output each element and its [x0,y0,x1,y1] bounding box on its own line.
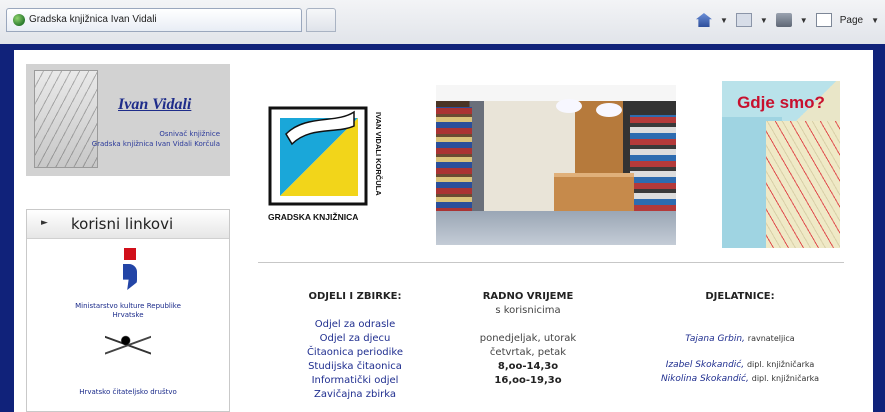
department-link[interactable]: Odjel za odrasle [284,318,426,332]
useful-links-panel: ► korisni linkovi Ministarstvo kulture R… [26,209,230,412]
department-link[interactable]: Studijska čitaonica [284,360,426,374]
staff-column: DJELATNICE: Tajana Grbin, ravnateljica I… [640,290,840,386]
staff-member: Nikolina Skokandić, dipl. knjižničarka [640,372,840,386]
reading-society-link[interactable]: Hrvatsko čitateljsko društvo [27,388,229,396]
opening-hours-column: RADNO VRIJEME s korisnicima ponedjeljak,… [468,290,588,388]
page-dropdown-icon[interactable]: ▼ [871,16,879,25]
map-land [766,121,840,248]
departments-heading: ODJELI I ZBIRKE: [308,291,402,302]
ceiling-lights [556,99,582,113]
bookshelf-left [436,107,472,217]
staff-name: Izabel Skokandić, [665,360,745,370]
favicon-icon [13,14,25,26]
hours-time-1: 8,oo-14,3o [497,361,559,372]
brand-title: Ivan Vidali [118,96,192,113]
reception-desk [554,173,634,213]
page-icon[interactable] [815,13,832,27]
browser-tab[interactable]: Gradska knjižnica Ivan Vidali [6,8,302,32]
print-icon[interactable] [775,13,792,27]
library-logo[interactable]: GRADSKA KNJIŽNICA IVAN VIDALI KORČULA [266,104,384,226]
library-interior-photo [436,85,676,245]
command-bar: ▼ ▼ ▼ Page ▼ [695,10,879,30]
department-link[interactable]: Informatički odjel [284,374,426,388]
home-icon[interactable] [695,13,712,27]
staff-role: ravnateljica [747,334,795,343]
hours-time-2: 16,oo-19,3o [494,375,562,386]
location-map-link[interactable]: Gdje smo? [722,81,840,248]
staff-member: Tajana Grbin, ravnateljica [640,332,840,346]
page-menu-label[interactable]: Page [840,15,863,26]
ministry-logo-comma-icon[interactable] [123,264,137,290]
reading-society-logo-icon[interactable] [105,332,151,366]
staff-role: dipl. knjižničarka [751,374,820,383]
home-dropdown-icon[interactable]: ▼ [720,16,728,25]
print-dropdown-icon[interactable]: ▼ [800,16,808,25]
bookshelf-right [630,115,676,215]
browser-toolbar: Gradska knjižnica Ivan Vidali ▼ ▼ ▼ Page… [0,0,885,45]
ministry-logo-square-icon[interactable] [124,248,136,260]
useful-links-header: ► korisni linkovi [27,210,229,239]
brand-subtitle-1: Osnivač knjižnice [159,130,220,138]
staff-heading: DJELATNICE: [705,291,775,302]
hours-heading: RADNO VRIJEME [482,291,574,302]
hours-days-1: ponedjeljak, utorak [479,333,577,344]
divider [258,262,844,263]
staff-role: dipl. knjižničarka [746,360,815,369]
tab-title: Gradska knjižnica Ivan Vidali [29,14,157,25]
department-link[interactable]: Zavičajna zbirka [284,388,426,402]
hours-subheading: s korisnicima [495,305,561,316]
arrow-right-icon: ► [41,218,48,228]
brand-banner[interactable]: Ivan Vidali Osnivač knjižnice Gradska kn… [26,64,230,176]
author-sketch-image [34,70,98,168]
feeds-icon[interactable] [735,13,752,27]
logo-bottom-text: GRADSKA KNJIŽNICA [268,211,358,222]
map-title: Gdje smo? [737,93,825,112]
brand-subtitle-2: Gradska knjižnica Ivan Vidali Korčula [91,140,220,148]
hours-days-2: četvrtak, petak [489,347,567,358]
staff-name: Tajana Grbin, [685,334,745,344]
ministry-link-line2[interactable]: Hrvatske [27,311,229,319]
department-link[interactable]: Odjel za djecu [284,332,426,346]
feeds-dropdown-icon[interactable]: ▼ [760,16,768,25]
staff-member: Izabel Skokandić, dipl. knjižničarka [640,358,840,372]
floor [436,211,676,245]
new-tab-button[interactable] [306,8,336,32]
departments-column: ODJELI I ZBIRKE: Odjel za odrasle Odjel … [284,290,426,402]
logo-side-text: IVAN VIDALI KORČULA [374,112,383,196]
useful-links-title: korisni linkovi [71,215,174,233]
ministry-link[interactable]: Ministarstvo kulture Republike [27,302,229,310]
department-link[interactable]: Čitaonica periodike [284,346,426,360]
staff-name: Nikolina Skokandić, [660,374,749,384]
